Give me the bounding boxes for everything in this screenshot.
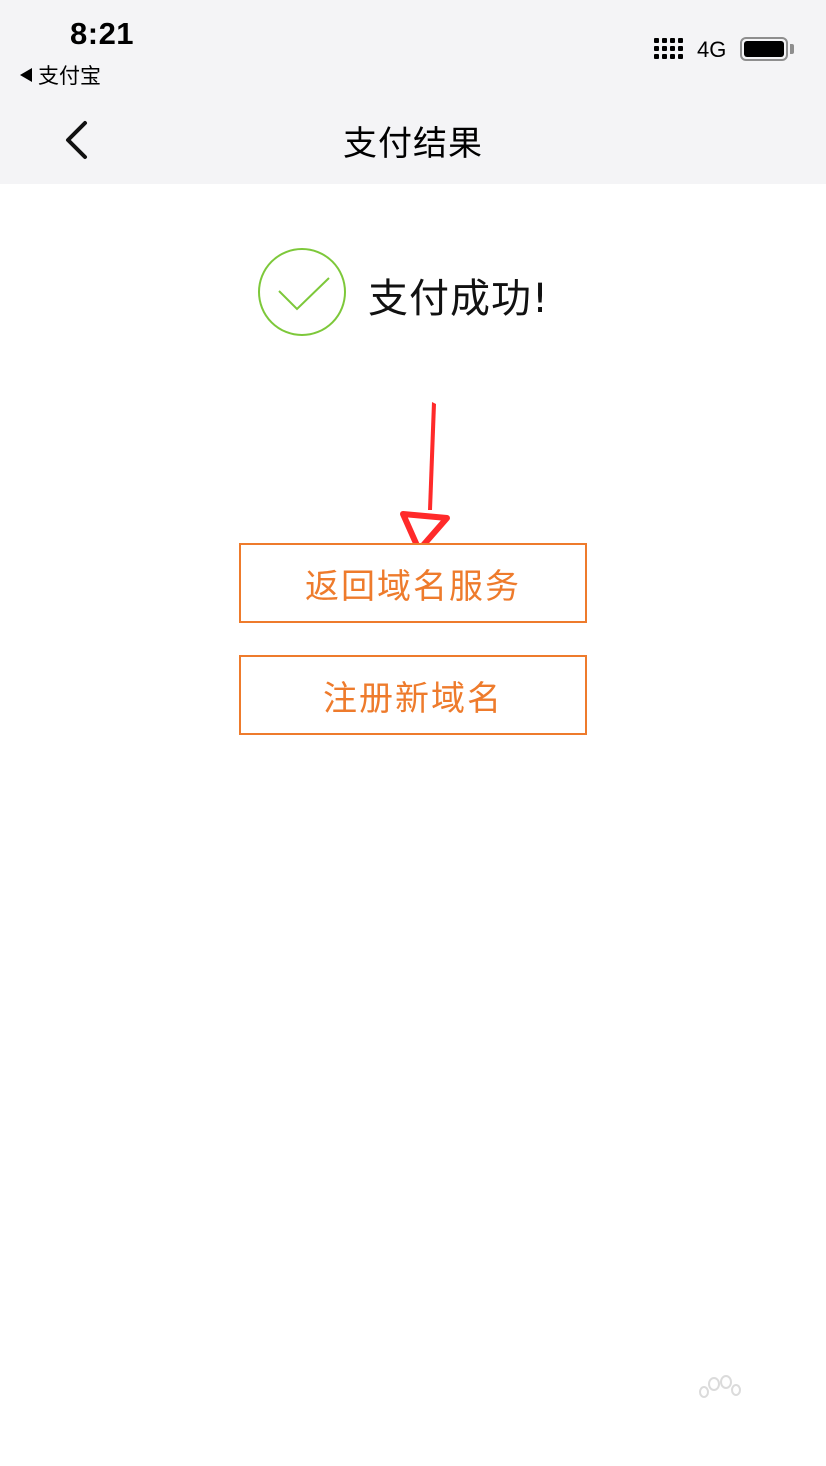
red-arrow-down-icon <box>400 402 450 553</box>
register-new-domain-button[interactable]: 注册新域名 <box>239 655 587 735</box>
success-message: 支付成功! <box>368 276 550 322</box>
signal-icon <box>654 38 683 59</box>
header: 8:21 支付宝 4G 支付结果 <box>0 0 826 184</box>
battery-tip <box>790 44 794 54</box>
baidu-jingyan-watermark <box>632 1374 792 1454</box>
battery-icon <box>740 37 788 61</box>
back-to-app-label: 支付宝 <box>38 64 101 88</box>
paw-logo-icon <box>699 1375 741 1398</box>
status-time: 8:21 <box>70 16 135 51</box>
back-triangle-icon <box>20 68 32 82</box>
network-type: 4G <box>697 37 727 62</box>
page-title: 支付结果 <box>343 124 483 164</box>
return-domain-service-button[interactable]: 返回域名服务 <box>239 543 587 623</box>
payment-result-page: 8:21 支付宝 4G 支付结果 支付成功! 返回域名服务 注册新域名 <box>0 0 826 1466</box>
back-to-app-button[interactable]: 支付宝 <box>20 60 101 90</box>
check-circle-icon <box>258 248 346 336</box>
